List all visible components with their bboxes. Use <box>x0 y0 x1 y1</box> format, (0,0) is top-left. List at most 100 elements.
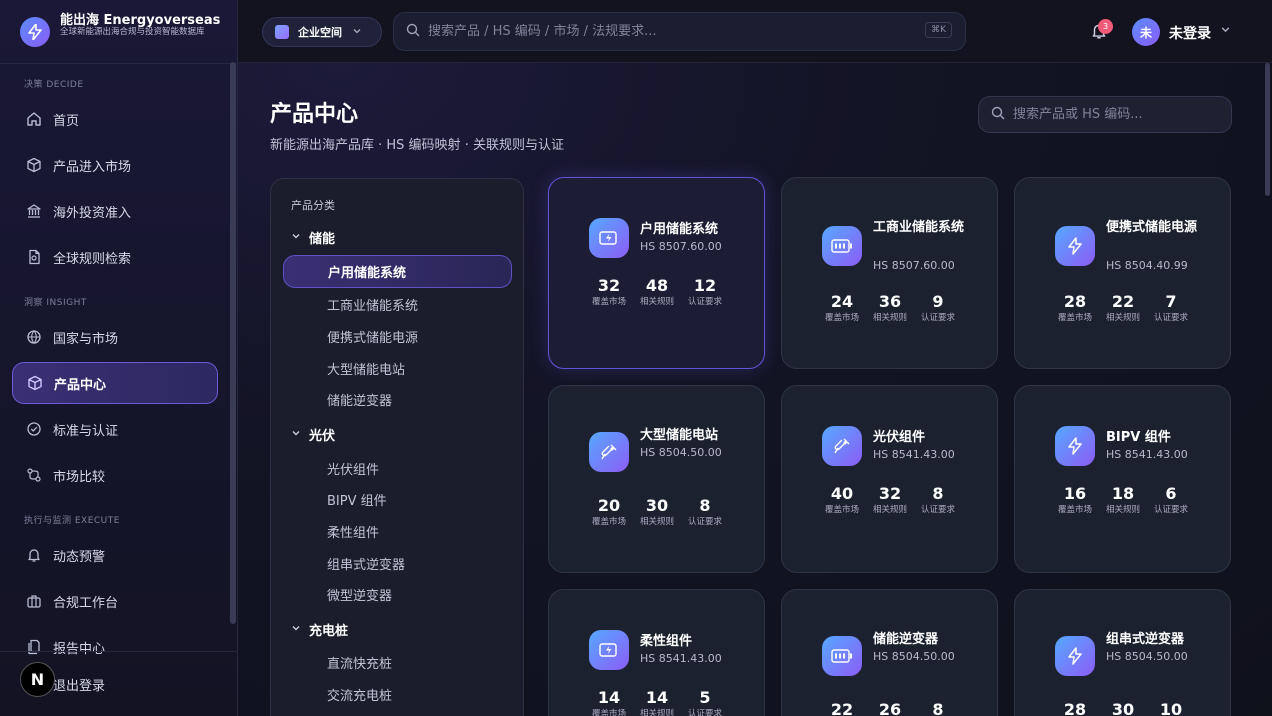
sidebar-item-product-market[interactable]: 产品进入市场 <box>12 144 218 186</box>
category-item[interactable]: 便携式储能电源 <box>327 327 418 346</box>
product-card[interactable]: 工商业储能系统 HS 8507.60.00 24 覆盖市场 36 相关规则 9 认证要… <box>781 177 998 369</box>
sidebar: 能出海 Energyoverseas 全球新能源出海合规与投资智能数据库 决策 … <box>0 0 238 716</box>
category-item[interactable]: 户用储能系统 <box>283 255 512 288</box>
document-search-icon <box>25 248 43 266</box>
stat-certifications: 8认证要求 <box>687 496 722 527</box>
stat-rules: 26相关规则 <box>878 700 902 716</box>
sidebar-item-countries[interactable]: 国家与市场 <box>12 316 218 358</box>
stat-rules: 36 相关规则 <box>872 292 907 323</box>
briefcase-icon <box>25 592 43 610</box>
avatar[interactable]: 未 <box>1132 18 1160 46</box>
category-item[interactable]: 大型储能电站 <box>327 359 405 378</box>
stat-rules: 30相关规则 <box>639 496 674 527</box>
lightning-icon <box>1055 226 1095 266</box>
product-card[interactable]: 便携式储能电源 HS 8504.40.99 28 覆盖市场 22 相关规则 7 认证要… <box>1014 177 1231 369</box>
battery-swap-icon <box>589 630 629 670</box>
category-group-charging[interactable]: 充电桩 <box>291 620 348 639</box>
sidebar-item-reports[interactable]: 报告中心 <box>12 626 218 668</box>
sidebar-item-standards[interactable]: 标准与认证 <box>12 408 218 450</box>
stat-rules: 14 相关规则 <box>639 688 674 716</box>
category-item[interactable]: 交流充电桩 <box>327 685 392 704</box>
category-item[interactable]: 储能逆变器 <box>327 390 392 409</box>
product-card[interactable]: 光伏组件 HS 8541.43.00 40 覆盖市场 32 相关规则 8 认证要求 <box>781 385 998 573</box>
product-name: 大型储能电站 <box>640 428 719 443</box>
category-item[interactable]: 工商业储能系统 <box>327 295 418 314</box>
user-name[interactable]: 未登录 <box>1169 23 1211 43</box>
category-group-storage[interactable]: 储能 <box>291 228 335 247</box>
page-subtitle: 新能源出海产品库 · HS 编码映射 · 关联规则与认证 <box>270 138 564 153</box>
stat-certifications: 10认证要求 <box>1159 700 1183 716</box>
category-item[interactable]: 直流快充桩 <box>327 653 392 672</box>
category-item[interactable]: 微型逆变器 <box>327 585 392 604</box>
stat-markets: 24 覆盖市场 <box>824 292 859 323</box>
workspace-switcher[interactable]: 企业空间 <box>262 17 382 47</box>
product-name: 便携式储能电源 <box>1106 220 1198 235</box>
sidebar-item-alerts[interactable]: 动态预警 <box>12 534 218 576</box>
section-label-decide: 决策 DECIDE <box>24 80 84 90</box>
product-card[interactable]: 储能逆变器 HS 8504.50.00 22覆盖市场 26相关规则 8认证要求 <box>781 589 998 716</box>
product-search[interactable] <box>978 96 1232 133</box>
chevron-down-icon <box>291 231 301 244</box>
global-search[interactable]: ⌘K <box>393 12 966 51</box>
product-card[interactable]: 大型储能电站 HS 8504.50.00 20 覆盖市场 30 相关规则 8 认证要求 <box>548 385 765 573</box>
brand-subtitle: 全球新能源出海合规与投资智能数据库 <box>60 27 205 37</box>
stat-markets: 14 覆盖市场 <box>591 688 626 716</box>
workspace-icon <box>275 25 289 39</box>
product-hs-code: HS 8504.50.00 <box>640 446 722 459</box>
check-circle-icon <box>25 420 43 438</box>
n-badge[interactable]: N <box>20 662 55 697</box>
stat-markets: 22覆盖市场 <box>830 700 854 716</box>
product-search-input[interactable] <box>1013 107 1213 122</box>
category-item[interactable]: BIPV 组件 <box>327 490 387 509</box>
lightning-logo-icon <box>20 17 50 47</box>
file-icon <box>25 638 43 656</box>
product-name: 户用储能系统 <box>640 222 719 237</box>
product-hs-code: HS 8504.40.99 <box>1106 259 1188 272</box>
chevron-down-icon[interactable] <box>1220 24 1231 38</box>
cube-icon <box>26 374 44 392</box>
battery-icon <box>822 226 862 266</box>
category-item[interactable]: 光伏组件 <box>327 459 379 478</box>
product-name: 组串式逆变器 <box>1106 632 1185 647</box>
global-search-input[interactable] <box>428 24 908 39</box>
product-card[interactable]: 户用储能系统 HS 8507.60.00 32 覆盖市场 48 相关规则 12 认证要… <box>548 177 765 369</box>
product-name: 柔性组件 <box>640 634 693 649</box>
sidebar-item-workbench[interactable]: 合规工作台 <box>12 580 218 622</box>
stat-markets: 28覆盖市场 <box>1057 292 1092 323</box>
chevron-down-icon <box>291 623 301 636</box>
plug-icon <box>589 432 629 472</box>
sidebar-item-rules[interactable]: 全球规则检索 <box>12 236 218 278</box>
category-heading: 产品分类 <box>291 199 335 212</box>
search-icon <box>406 23 420 41</box>
stat-certifications: 8认证要求 <box>932 700 944 716</box>
stat-markets: 20 覆盖市场 <box>591 496 626 527</box>
sidebar-item-home[interactable]: 首页 <box>12 98 218 140</box>
notification-badge: 3 <box>1098 19 1113 34</box>
section-label-insight: 洞察 INSIGHT <box>24 298 87 308</box>
category-panel: 产品分类 储能 户用储能系统 工商业储能系统 便携式储能电源 大型储能电站 储能… <box>270 178 524 716</box>
category-group-pv[interactable]: 光伏 <box>291 425 335 444</box>
sidebar-scrollbar[interactable] <box>230 62 236 624</box>
category-item[interactable]: 组串式逆变器 <box>327 554 405 573</box>
plug-icon <box>822 426 862 466</box>
sidebar-item-compare[interactable]: 市场比较 <box>12 454 218 496</box>
stat-certifications: 6 认证要求 <box>1153 484 1188 515</box>
stat-certifications: 8认证要求 <box>920 484 955 515</box>
category-item[interactable]: 柔性组件 <box>327 522 379 541</box>
sidebar-item-product-center[interactable]: 产品中心 <box>12 362 218 404</box>
home-icon <box>25 110 43 128</box>
brand[interactable]: 能出海 Energyoverseas 全球新能源出海合规与投资智能数据库 <box>20 9 230 57</box>
product-hs-code: HS 8507.60.00 <box>873 259 955 272</box>
main-scrollbar[interactable] <box>1265 63 1270 196</box>
product-card[interactable]: BIPV 组件 HS 8541.43.00 16 覆盖市场 18 相关规则 6 认证要… <box>1014 385 1231 573</box>
bank-icon <box>25 202 43 220</box>
product-card[interactable]: 柔性组件 HS 8541.43.00 14 覆盖市场 14 相关规则 5 认证要求 <box>548 589 765 716</box>
product-hs-code: HS 8507.60.00 <box>640 240 722 253</box>
chevron-down-icon <box>291 428 301 441</box>
product-card[interactable]: 组串式逆变器 HS 8504.50.00 28覆盖市场 30相关规则 10认证要… <box>1014 589 1231 716</box>
chevron-down-icon <box>352 26 362 39</box>
sidebar-item-investment[interactable]: 海外投资准入 <box>12 190 218 232</box>
product-hs-code: HS 8541.43.00 <box>1106 448 1188 461</box>
stat-rules: 30相关规则 <box>1111 700 1135 716</box>
stat-certifications: 9 认证要求 <box>920 292 955 323</box>
